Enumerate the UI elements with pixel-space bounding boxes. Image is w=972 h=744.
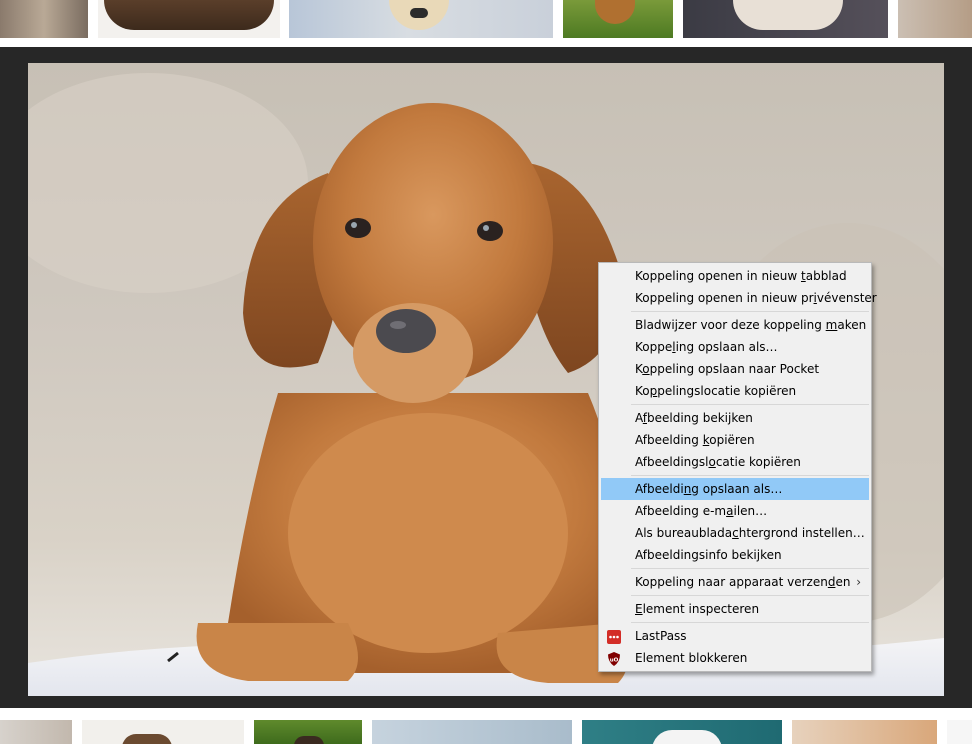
thumbnail-image[interactable] [563, 0, 673, 38]
thumbnail-image[interactable] [0, 0, 88, 38]
menu-item-inspect-element[interactable]: Element inspecteren [601, 598, 869, 620]
thumbnail-image[interactable] [582, 720, 782, 744]
thumbnail-image[interactable] [0, 720, 72, 744]
menu-item-save-image-as[interactable]: Afbeelding opslaan als… [601, 478, 869, 500]
chevron-right-icon: › [856, 575, 861, 589]
menu-item-email-image[interactable]: Afbeelding e-mailen… [601, 500, 869, 522]
context-menu: Koppeling openen in nieuw tabblad Koppel… [598, 262, 877, 672]
ublock-origin-icon: uO [607, 651, 621, 666]
thumbnail-image[interactable] [289, 0, 553, 38]
menu-item-lastpass[interactable]: LastPass [601, 625, 869, 647]
menu-item-view-image[interactable]: Afbeelding bekijken [601, 407, 869, 429]
thumbnail-image[interactable] [82, 720, 244, 744]
svg-text:uO: uO [610, 658, 619, 664]
menu-item-save-link-to-pocket[interactable]: Koppeling opslaan naar Pocket [601, 358, 869, 380]
thumbnail-image[interactable] [898, 0, 972, 38]
thumbnail-image[interactable] [98, 0, 280, 38]
top-thumbnail-strip [0, 0, 972, 47]
lastpass-icon [607, 629, 621, 644]
menu-separator [631, 568, 869, 569]
menu-item-copy-image[interactable]: Afbeelding kopiëren [601, 429, 869, 451]
thumbnail-image[interactable] [683, 0, 888, 38]
menu-item-open-link-private-window[interactable]: Koppeling openen in nieuw privévenster [601, 287, 877, 309]
menu-item-block-element[interactable]: uO Element blokkeren [601, 647, 869, 669]
thumbnail-image[interactable] [372, 720, 572, 744]
menu-item-send-link-to-device[interactable]: Koppeling naar apparaat verzenden › [601, 571, 869, 593]
menu-item-copy-image-location[interactable]: Afbeeldingslocatie kopiëren [601, 451, 869, 473]
menu-separator [631, 622, 869, 623]
thumbnail-image[interactable] [254, 720, 362, 744]
menu-separator [631, 595, 869, 596]
menu-separator [631, 475, 869, 476]
thumbnail-image[interactable] [792, 720, 937, 744]
menu-item-set-desktop-background[interactable]: Als bureaubladachtergrond instellen… [601, 522, 869, 544]
menu-item-copy-link-location[interactable]: Koppelingslocatie kopiëren [601, 380, 869, 402]
menu-item-bookmark-link[interactable]: Bladwijzer voor deze koppeling maken [601, 314, 869, 336]
menu-item-open-link-new-tab[interactable]: Koppeling openen in nieuw tabblad [601, 265, 869, 287]
thumbnail-image[interactable] [947, 720, 972, 744]
bottom-thumbnail-strip [0, 708, 972, 744]
menu-separator [631, 404, 869, 405]
menu-item-view-image-info[interactable]: Afbeeldingsinfo bekijken [601, 544, 869, 566]
menu-separator [631, 311, 869, 312]
menu-item-save-link-as[interactable]: Koppeling opslaan als… [601, 336, 869, 358]
